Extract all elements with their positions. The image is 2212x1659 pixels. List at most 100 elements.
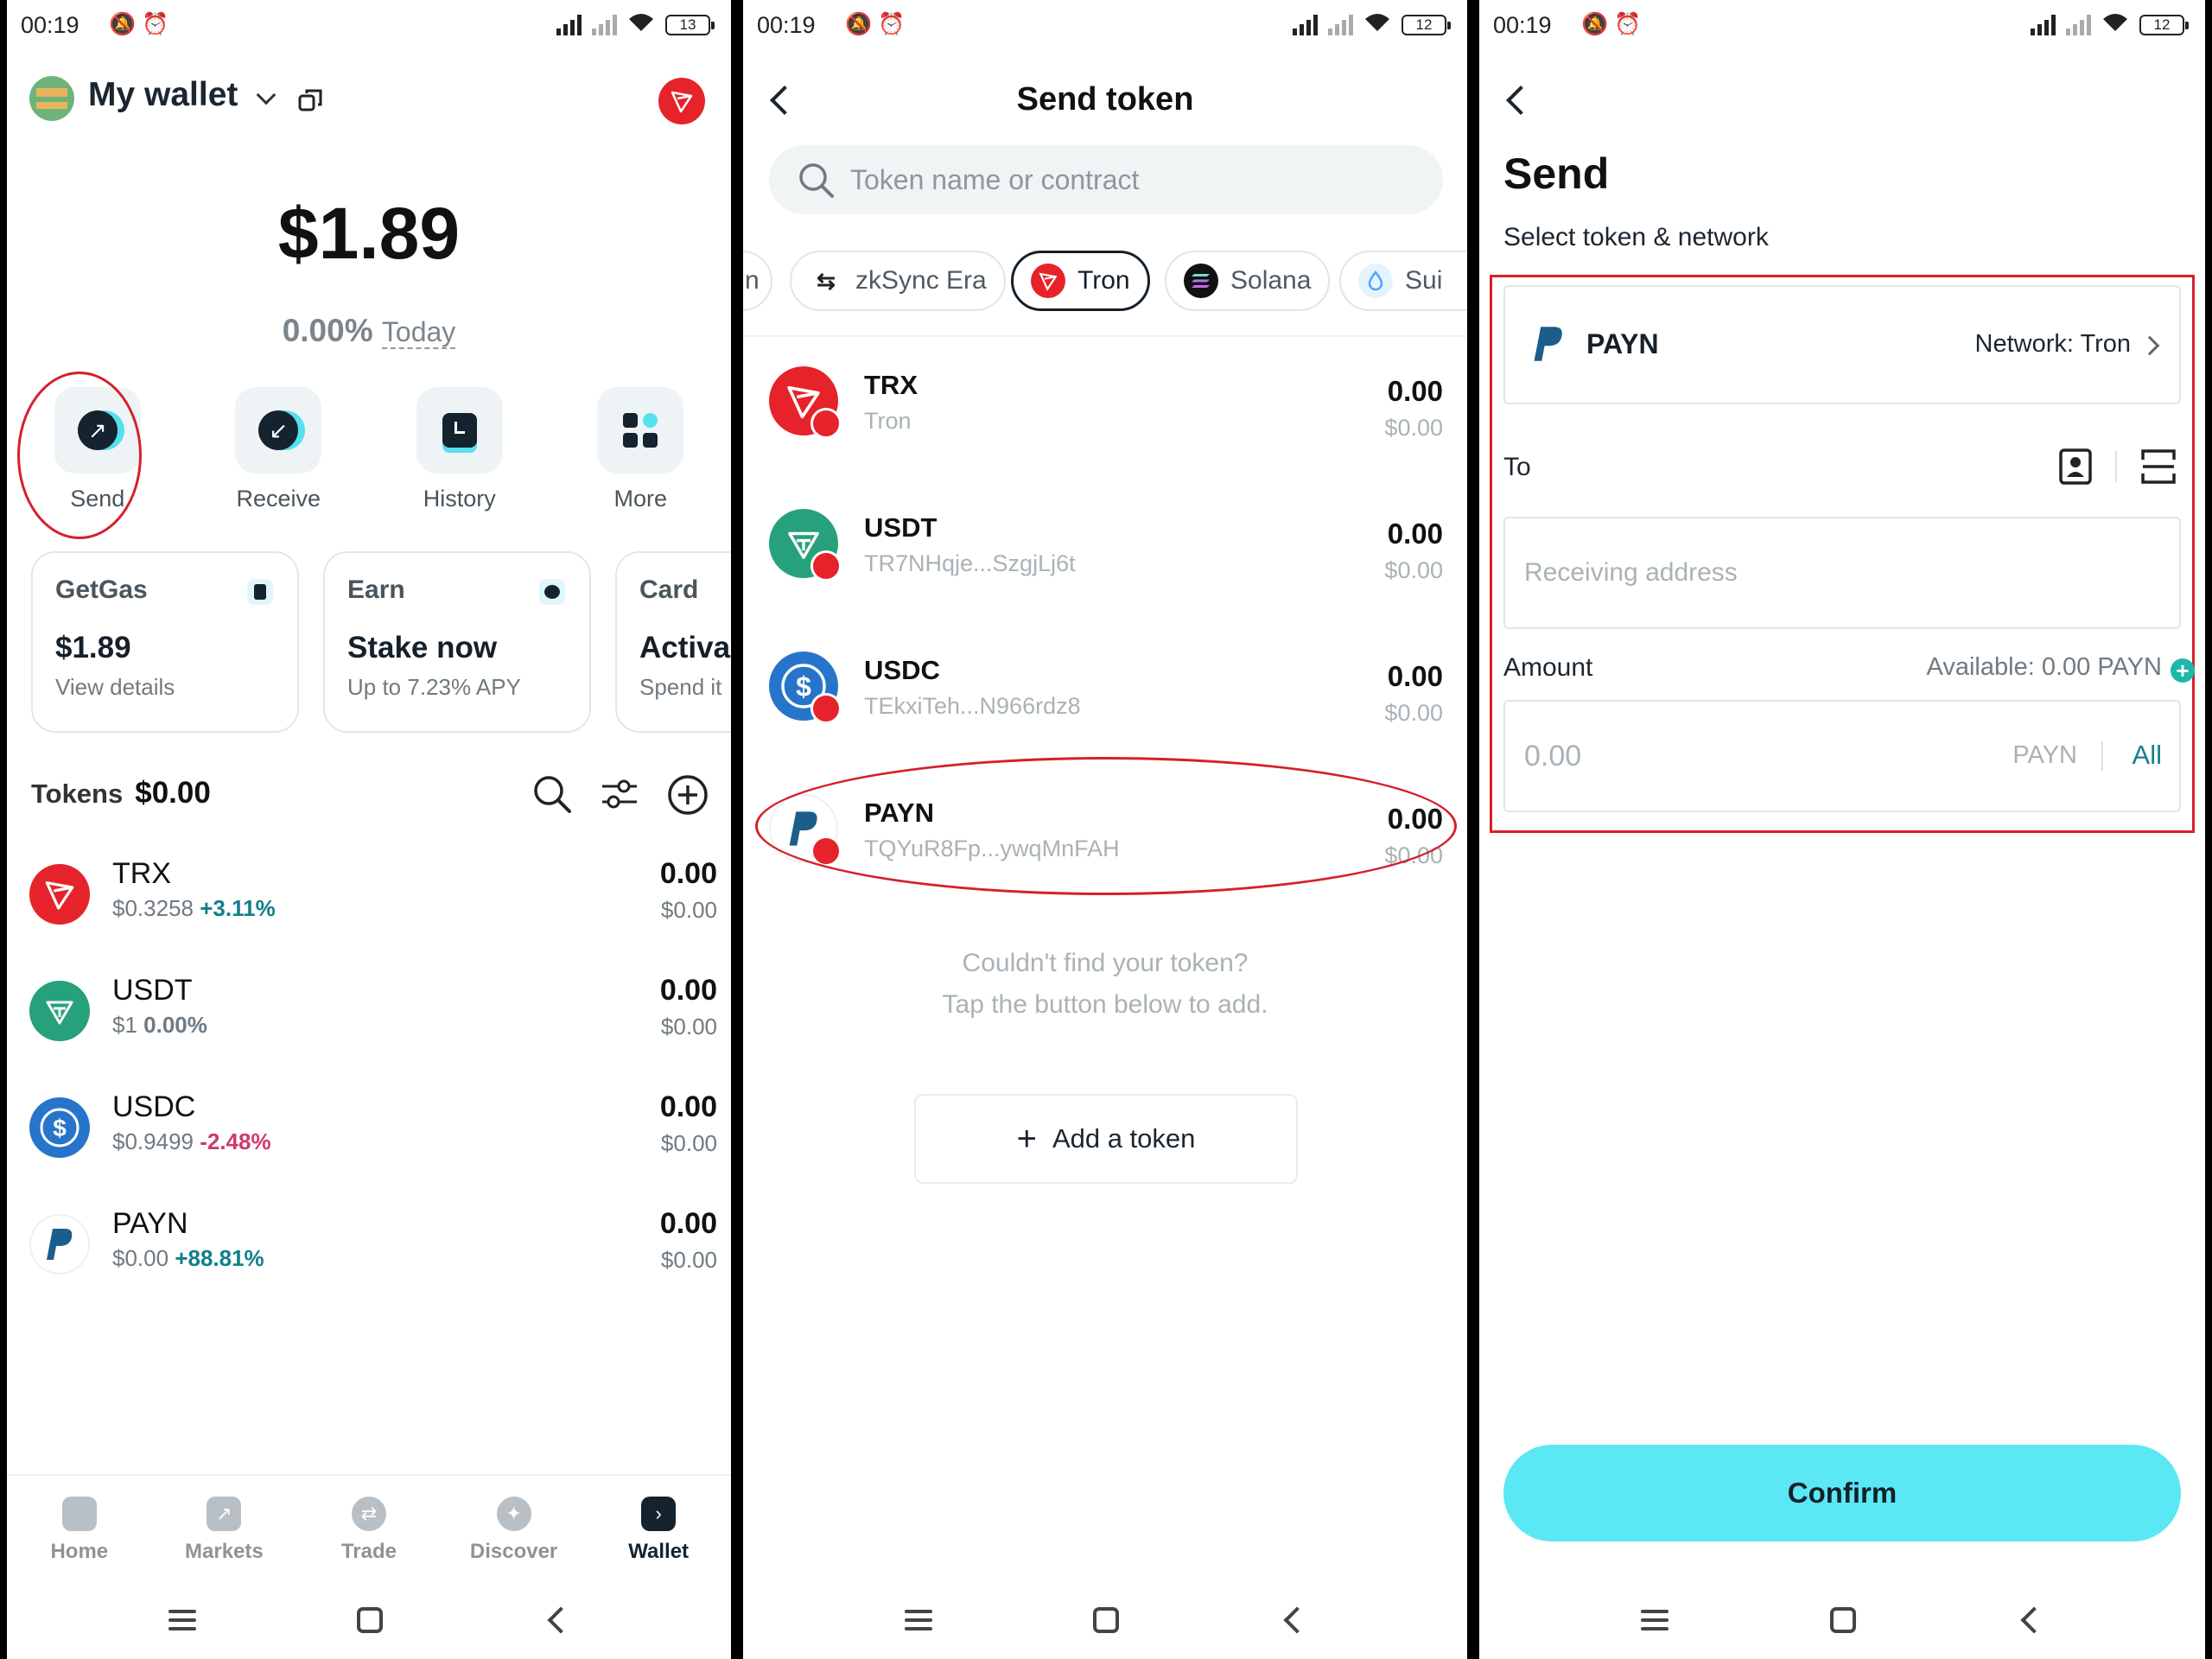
amount-label: Amount — [1503, 653, 1593, 682]
network-chips: n ⇆ zkSync Era Tron Solana Sui — [743, 251, 1467, 311]
scan-icon[interactable] — [2139, 448, 2177, 486]
card-sub: Up to 7.23% APY — [347, 674, 521, 700]
back-icon[interactable] — [2020, 1606, 2048, 1634]
gas-icon — [247, 579, 273, 605]
earn-card[interactable]: Earn Stake now Up to 7.23% APY — [323, 551, 591, 733]
tron-network-icon[interactable] — [658, 78, 705, 124]
chip-sui[interactable]: Sui — [1339, 251, 1467, 311]
status-right: 12 — [1293, 12, 1451, 38]
token-price: $0.3258 +3.11% — [112, 895, 276, 921]
tokens-tools — [532, 774, 709, 816]
chip-zksync-era[interactable]: ⇆ zkSync Era — [790, 251, 1006, 311]
home-square-icon[interactable] — [357, 1607, 383, 1633]
tab-markets[interactable]: ↗ Markets — [152, 1476, 297, 1578]
page-title: Send — [1503, 149, 1610, 198]
chevron-down-icon[interactable] — [256, 85, 276, 105]
menu-icon[interactable] — [1641, 1610, 1669, 1630]
token-amount: 0.00 — [659, 1090, 717, 1123]
receive-action[interactable]: ↙ Receive — [188, 387, 370, 512]
amount-input[interactable] — [1524, 702, 1956, 810]
token-network-selector[interactable]: PAYN Network: Tron — [1503, 285, 2181, 404]
address-field — [1503, 517, 2181, 629]
payn-icon — [1534, 327, 1562, 361]
card-title: GetGas — [55, 575, 148, 604]
send-token-row-usdc[interactable]: $ USDC TEkxiTeh...N966rdz8 0.00 $0.00 — [769, 631, 1445, 752]
token-amount: 0.00 — [659, 974, 717, 1007]
wallet-avatar[interactable] — [29, 76, 74, 121]
sui-icon — [1358, 264, 1393, 298]
chip-tron[interactable]: Tron — [1011, 251, 1150, 311]
tab-discover[interactable]: ✦ Discover — [442, 1476, 587, 1578]
status-time: 00:19 — [1493, 12, 1552, 38]
add-token-button[interactable]: + Add a token — [914, 1094, 1298, 1184]
tron-network-badge-icon — [810, 408, 842, 439]
getgas-card[interactable]: GetGas $1.89 View details — [31, 551, 299, 733]
svg-text:$: $ — [796, 671, 811, 702]
card-card[interactable]: Card Activa Spend it — [615, 551, 731, 733]
amount-unit: PAYN — [2012, 741, 2077, 769]
payn-icon — [29, 1214, 90, 1274]
token-row-usdt[interactable]: USDT $1 0.00% 0.00 $0.00 — [29, 974, 717, 1069]
back-icon[interactable] — [1282, 1606, 1311, 1634]
search-icon[interactable] — [532, 774, 572, 814]
card-value: Stake now — [347, 631, 498, 664]
change-percent: 0.00% — [282, 313, 373, 348]
send-token-row-trx[interactable]: TRX Tron 0.00 $0.00 — [769, 346, 1445, 467]
wallet-name[interactable]: My wallet — [88, 76, 238, 114]
amount-field: PAYN All — [1503, 700, 2181, 812]
signal-icon — [2031, 15, 2056, 35]
token-name: USDT — [112, 974, 193, 1007]
divider — [743, 335, 1467, 337]
signal-2-icon — [2066, 15, 2091, 35]
status-time: 00:19 — [757, 12, 816, 38]
change-period[interactable]: Today — [381, 316, 456, 349]
status-right: 12 — [2031, 12, 2189, 38]
confirm-button[interactable]: Confirm — [1503, 1445, 2181, 1541]
menu-icon[interactable] — [168, 1610, 196, 1630]
tokens-total: $0.00 — [135, 776, 211, 810]
bottom-tab-bar: Home ↗ Markets ⇄ Trade ✦ Discover › Wall… — [7, 1474, 731, 1578]
search-icon — [799, 163, 834, 198]
chip-solana[interactable]: Solana — [1165, 251, 1331, 311]
tron-network-badge-icon — [810, 693, 842, 724]
add-token-icon[interactable] — [667, 774, 709, 816]
arrow-down-left-icon: ↙ — [258, 410, 299, 450]
receive-label: Receive — [236, 486, 321, 512]
history-action[interactable]: History — [369, 387, 550, 512]
home-square-icon[interactable] — [1093, 1607, 1119, 1633]
receiving-address-input[interactable] — [1524, 518, 2164, 627]
filter-icon[interactable] — [600, 774, 639, 814]
tab-home[interactable]: Home — [7, 1476, 152, 1578]
token-name: USDC — [112, 1090, 196, 1123]
payn-highlight-annotation — [755, 757, 1457, 895]
back-icon[interactable] — [546, 1606, 575, 1634]
battery-icon: 12 — [1402, 15, 1451, 35]
history-icon — [442, 413, 477, 448]
copy-icon[interactable] — [297, 86, 325, 114]
chip-prev-network[interactable]: n — [743, 251, 772, 311]
token-row-usdc[interactable]: $ USDC $0.9499 -2.48% 0.00 $0.00 — [29, 1090, 717, 1185]
search-input[interactable] — [850, 145, 1412, 214]
grid-icon — [623, 413, 658, 448]
token-row-trx[interactable]: TRX $0.3258 +3.11% 0.00 $0.00 — [29, 857, 717, 952]
home-square-icon[interactable] — [1830, 1607, 1856, 1633]
plus-circle-icon[interactable]: + — [2171, 658, 2195, 683]
status-notification-icons: 🔕 ⏰ — [1581, 12, 1642, 36]
send-token-row-usdt[interactable]: USDT TR7NHqje...SzgjLj6t 0.00 $0.00 — [769, 488, 1445, 609]
address-book-icon[interactable] — [2058, 448, 2093, 486]
back-icon[interactable] — [1506, 86, 1535, 115]
menu-icon[interactable] — [904, 1610, 932, 1630]
address-tools — [2058, 448, 2177, 486]
selected-token: PAYN — [1586, 328, 1659, 359]
token-search — [769, 145, 1443, 214]
token-usd: $0.00 — [660, 1130, 717, 1156]
tab-wallet[interactable]: › Wallet — [586, 1476, 731, 1578]
tab-trade[interactable]: ⇄ Trade — [296, 1476, 442, 1578]
all-button[interactable]: All — [2133, 740, 2162, 771]
token-row-payn[interactable]: PAYN $0.00 +88.81% 0.00 $0.00 — [29, 1207, 717, 1302]
not-found-line2: Tap the button below to add. — [942, 990, 1268, 1019]
promo-cards: GetGas $1.89 View details Earn Stake now… — [31, 551, 731, 733]
more-action[interactable]: More — [550, 387, 732, 512]
signal-icon — [556, 15, 582, 35]
card-sub: Spend it — [639, 674, 722, 700]
